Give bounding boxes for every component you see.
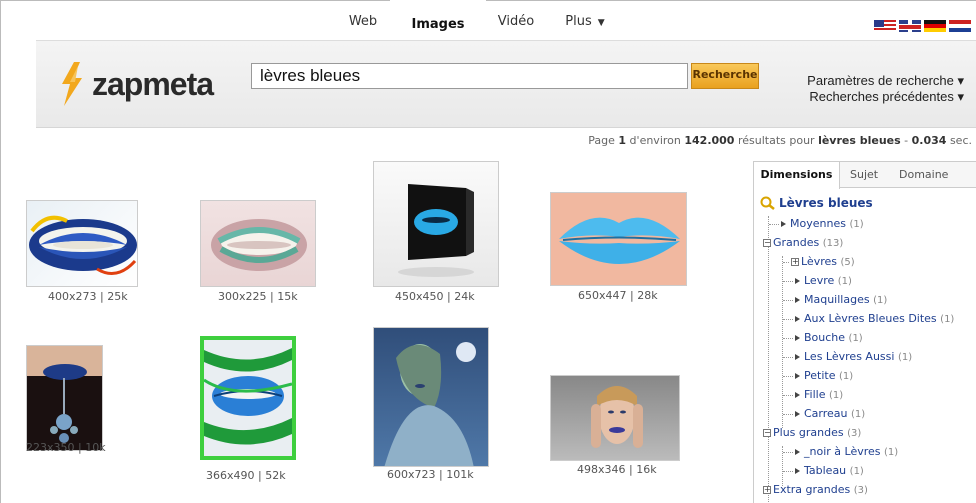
image-thumbnail[interactable]: [200, 336, 296, 460]
tree-item[interactable]: − Grandes (13): [760, 233, 975, 252]
image-thumbnail[interactable]: [26, 200, 138, 287]
tree-item[interactable]: _noir à Lèvres (1): [760, 442, 975, 461]
tab-plus-label: Plus: [565, 14, 592, 29]
triangle-right-icon: [781, 221, 786, 227]
search-header: zapmeta Recherche Paramètres de recherch…: [36, 40, 976, 128]
image-result[interactable]: 450x450 | 24k: [373, 161, 499, 303]
tree-item[interactable]: Maquillages (1): [760, 290, 975, 309]
tab-dimensions[interactable]: Dimensions: [754, 162, 840, 189]
image-result[interactable]: 223x350 | 10k: [26, 345, 116, 470]
search-settings-link[interactable]: Paramètres de recherche ▾: [807, 73, 964, 89]
image-result[interactable]: 600x723 | 101k: [373, 327, 489, 481]
refine-tabs: Dimensions Sujet Domaine: [754, 162, 976, 189]
tree-item[interactable]: Les Lèvres Aussi (1): [760, 347, 975, 366]
image-thumbnail[interactable]: [200, 200, 316, 287]
image-caption: 366x490 | 52k: [206, 469, 286, 482]
image-thumbnail[interactable]: [550, 192, 687, 286]
lightning-logo-icon: [56, 62, 88, 106]
image-result[interactable]: 366x490 | 52k: [200, 336, 296, 482]
image-result[interactable]: 498x346 | 16k: [550, 375, 680, 476]
triangle-right-icon: [795, 392, 800, 398]
image-thumbnail[interactable]: [373, 161, 499, 287]
triangle-right-icon: [795, 449, 800, 455]
tree-item[interactable]: + Extra grandes (3): [760, 480, 975, 499]
triangle-right-icon: [795, 373, 800, 379]
language-flags: [874, 20, 971, 32]
image-thumbnail[interactable]: [373, 327, 489, 467]
triangle-right-icon: [795, 297, 800, 303]
triangle-right-icon: [795, 335, 800, 341]
expand-icon[interactable]: +: [791, 258, 799, 266]
tree-item[interactable]: Fille (1): [760, 385, 975, 404]
logo[interactable]: zapmeta: [56, 59, 214, 109]
logo-text: zapmeta: [92, 65, 214, 102]
tree-item[interactable]: Tableau (1): [760, 461, 975, 480]
tab-sujet[interactable]: Sujet: [850, 162, 878, 188]
tab-plus[interactable]: Plus ▼: [550, 0, 620, 40]
search-input[interactable]: [251, 63, 688, 89]
image-result[interactable]: 650x447 | 28k: [550, 192, 687, 302]
tab-web[interactable]: Web: [335, 0, 391, 40]
image-caption: 650x447 | 28k: [578, 289, 658, 302]
image-caption: 498x346 | 16k: [577, 463, 657, 476]
collapse-icon[interactable]: −: [763, 239, 771, 247]
triangle-right-icon: [795, 278, 800, 284]
triangle-right-icon: [795, 354, 800, 360]
tab-images[interactable]: Images: [390, 0, 486, 40]
image-thumbnail[interactable]: [550, 375, 680, 461]
uk-flag-icon[interactable]: [899, 20, 921, 32]
expand-icon[interactable]: +: [763, 486, 771, 494]
us-flag-icon[interactable]: [874, 20, 896, 32]
top-navigation: Web Images Vidéo Plus ▼: [0, 0, 976, 40]
german-flag-icon[interactable]: [924, 20, 946, 32]
collapse-icon[interactable]: −: [763, 429, 771, 437]
tree-item[interactable]: Carreau (1): [760, 404, 975, 423]
results-summary: Page 1 d'environ 142.000 résultats pour …: [588, 134, 972, 147]
image-caption: 300x225 | 15k: [218, 290, 298, 303]
refine-panel: Dimensions Sujet Domaine Lèvres bleues M…: [753, 161, 976, 503]
search-icon: [760, 196, 775, 210]
image-caption: 400x273 | 25k: [48, 290, 128, 303]
dutch-flag-icon[interactable]: [949, 20, 971, 32]
previous-searches-link[interactable]: Recherches précédentes ▾: [807, 89, 964, 105]
tree-item[interactable]: Levre (1): [760, 271, 975, 290]
tree-item[interactable]: Moyennes (1): [760, 214, 975, 233]
tree-root[interactable]: Lèvres bleues: [760, 196, 975, 210]
header-links: Paramètres de recherche ▾ Recherches pré…: [807, 73, 964, 105]
image-caption: 223x350 | 10k: [26, 441, 106, 454]
image-caption: 450x450 | 24k: [395, 290, 475, 303]
image-result[interactable]: 400x273 | 25k: [26, 200, 138, 303]
tree-item[interactable]: Aux Lèvres Bleues Dites (1): [760, 309, 975, 328]
refine-tree: Lèvres bleues Moyennes (1) − Grandes (13)…: [760, 196, 975, 503]
chevron-down-icon: ▼: [597, 18, 605, 28]
tree-item[interactable]: + Lèvres (5): [760, 252, 975, 271]
tab-domaine[interactable]: Domaine: [899, 162, 948, 188]
tree-item[interactable]: − Plus grandes (3): [760, 423, 975, 442]
search-button[interactable]: Recherche: [691, 63, 759, 89]
triangle-right-icon: [795, 316, 800, 322]
image-caption: 600x723 | 101k: [387, 468, 474, 481]
tree-item[interactable]: Petite (1): [760, 366, 975, 385]
image-thumbnail[interactable]: [26, 345, 103, 451]
triangle-right-icon: [795, 411, 800, 417]
tab-video[interactable]: Vidéo: [486, 0, 546, 40]
tree-item[interactable]: Bouche (1): [760, 328, 975, 347]
image-result[interactable]: 300x225 | 15k: [200, 200, 316, 303]
tree-root-label: Lèvres bleues: [779, 196, 873, 210]
triangle-right-icon: [795, 468, 800, 474]
